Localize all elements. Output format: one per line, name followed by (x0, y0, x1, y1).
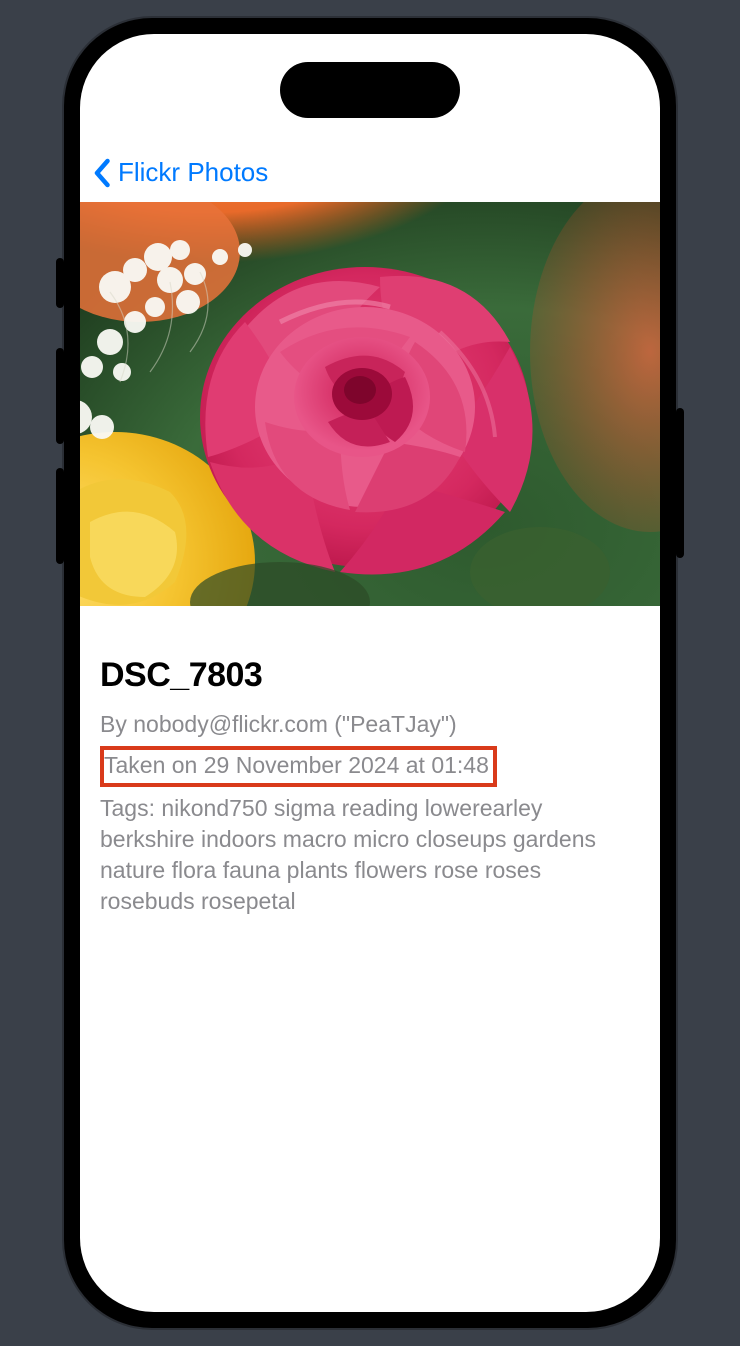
photo-byline: By nobody@flickr.com ("PeaTJay") (100, 709, 640, 740)
nav-header: Flickr Photos (80, 34, 660, 202)
chevron-left-icon (90, 160, 116, 186)
highlight-annotation: Taken on 29 November 2024 at 01:48 (100, 746, 497, 787)
side-button (676, 408, 684, 558)
photo-content: DSC_7803 By nobody@flickr.com ("PeaTJay"… (80, 606, 660, 943)
photo-title: DSC_7803 (100, 656, 640, 695)
side-button (56, 258, 64, 308)
photo-image[interactable] (80, 202, 660, 606)
back-label: Flickr Photos (118, 157, 268, 188)
photo-tags: Tags: nikond750 sigma reading lowerearle… (100, 793, 640, 917)
phone-frame: Flickr Photos (64, 18, 676, 1328)
screen: Flickr Photos (80, 34, 660, 1312)
back-button[interactable]: Flickr Photos (90, 157, 268, 188)
photo-taken: Taken on 29 November 2024 at 01:48 (104, 750, 489, 781)
side-button (56, 348, 64, 444)
notch (280, 62, 460, 118)
side-button (56, 468, 64, 564)
